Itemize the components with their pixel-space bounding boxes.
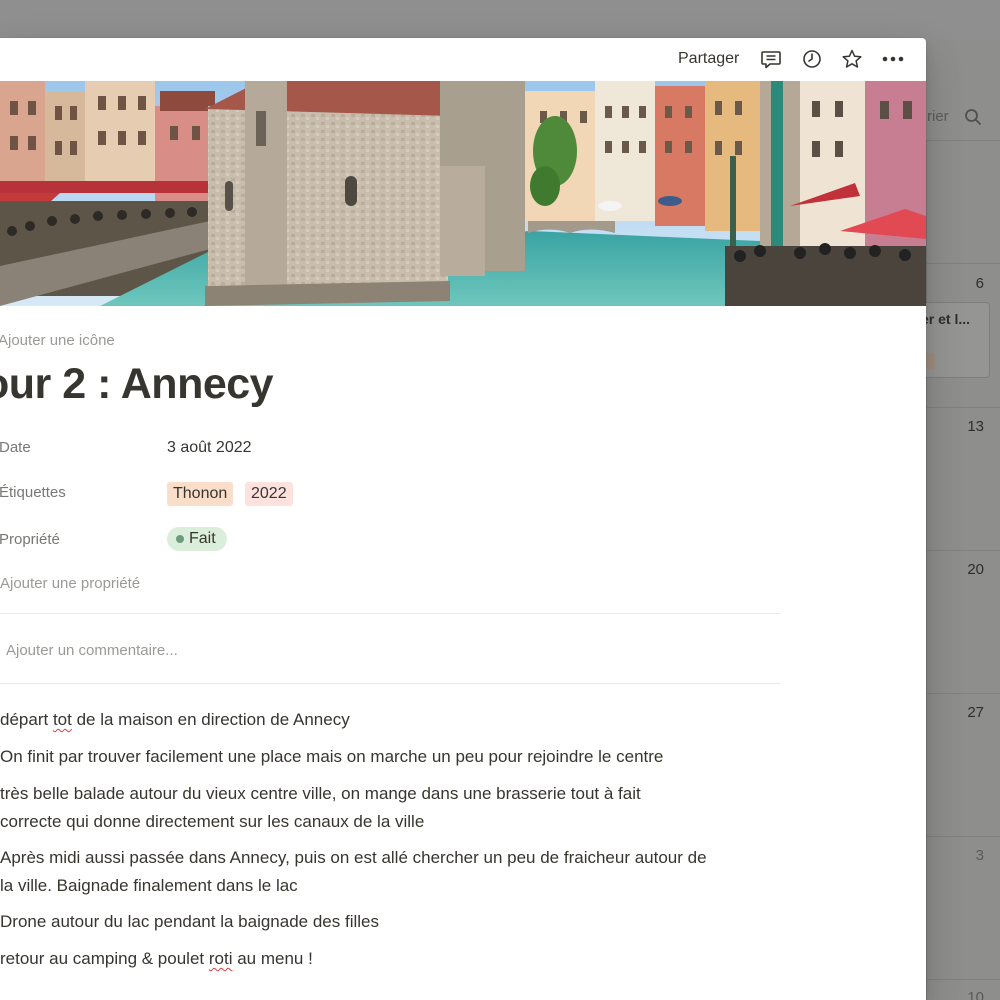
property-label-tags[interactable]: Étiquettes (0, 484, 66, 501)
search-icon (965, 109, 981, 125)
calendar-event-title: er et l... (921, 311, 971, 327)
text-line: Drone autour du lac pendant la baignade … (0, 912, 379, 931)
page-title[interactable]: our 2 : Annecy (0, 360, 274, 409)
text-line: la ville. Baignade finalement dans le la… (0, 876, 298, 895)
page-topbar: Partager (0, 38, 926, 81)
text-line: très belle balade autour du vieux centre… (0, 784, 641, 803)
calendar-gridline (926, 550, 1000, 551)
text-line: Après midi aussi passée dans Annecy, pui… (0, 848, 707, 867)
divider (0, 613, 780, 614)
calendar-gridline (926, 407, 1000, 408)
calendar-day-number: 27 (967, 704, 984, 721)
add-icon-link[interactable]: Ajouter une icône (0, 332, 115, 349)
calendar-gridline (926, 263, 1000, 264)
calendar-day-number: 13 (967, 418, 984, 435)
text-line: On finit par trouver facilement une plac… (0, 747, 664, 766)
property-row-tags: Étiquettes Thonon 2022 (0, 480, 780, 510)
calendar-gridline (926, 140, 927, 1000)
text-block[interactable]: Drone autour du lac pendant la baignade … (0, 908, 790, 936)
add-property-button[interactable]: Ajouter une propriété (0, 575, 140, 592)
share-button[interactable]: Partager (670, 46, 747, 72)
property-row-date: Date 3 août 2022 (0, 435, 780, 465)
background-toolbar-text: rier (927, 108, 949, 125)
property-label-date[interactable]: Date (0, 439, 31, 456)
page-modal: Partager Ajouter une icône our 2: Annec… (0, 38, 926, 1000)
calendar-gridline (926, 836, 1000, 837)
property-row-status: Propriété Fait (0, 527, 780, 557)
divider (0, 683, 780, 684)
text-block[interactable]: Après midi aussi passée dans Annecy, pui… (0, 844, 790, 900)
property-value-date[interactable]: 3 août 2022 (167, 439, 252, 457)
calendar-day-number: 10 (967, 989, 984, 1000)
clock-icon[interactable] (799, 46, 825, 72)
calendar-day-number: 20 (967, 561, 984, 578)
status-dot-icon (176, 535, 184, 543)
status-label: Fait (189, 530, 216, 547)
calendar-gridline (926, 140, 1000, 141)
property-label-status[interactable]: Propriété (0, 531, 60, 548)
more-icon[interactable] (880, 46, 906, 72)
status-badge[interactable]: Fait (167, 527, 227, 551)
text-segment: au menu ! (232, 949, 313, 968)
text-block[interactable]: très belle balade autour du vieux centre… (0, 780, 790, 836)
tag-2022[interactable]: 2022 (245, 482, 293, 506)
text-segment: de la maison en direction de Annecy (71, 710, 350, 729)
text-line: correcte qui donne directement sur les c… (0, 812, 425, 831)
text-block[interactable]: retour au camping & poulet roti au menu … (0, 945, 790, 973)
tag-thonon[interactable]: Thonon (167, 482, 234, 506)
text-block[interactable]: départ tot de la maison en direction de … (0, 706, 790, 734)
cover-image[interactable] (0, 81, 926, 306)
comment-input[interactable]: Ajouter un commentaire... (6, 642, 706, 659)
misspelled-word: tot (52, 710, 72, 729)
calendar-day-number: 3 (975, 847, 984, 864)
text-block[interactable]: On finit par trouver facilement une plac… (0, 743, 790, 771)
text-segment: départ (0, 710, 53, 729)
calendar-gridline (926, 693, 1000, 694)
star-icon[interactable] (839, 46, 865, 72)
text-segment: retour au camping & poulet (0, 949, 209, 968)
comment-icon[interactable] (758, 46, 784, 72)
calendar-day-number: 6 (975, 275, 984, 292)
calendar-gridline (926, 979, 1000, 980)
misspelled-word: roti (208, 949, 233, 968)
